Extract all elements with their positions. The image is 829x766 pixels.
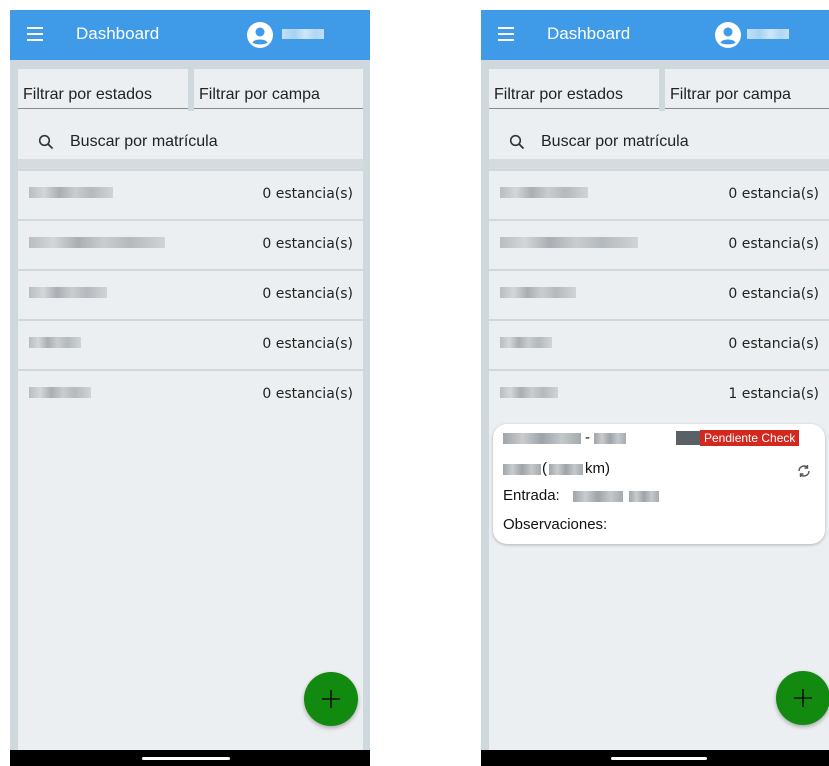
search-icon: [509, 134, 525, 150]
entry-date-redacted: [573, 491, 623, 502]
menu-icon[interactable]: [498, 27, 514, 41]
add-icon: [322, 690, 340, 708]
search-bar[interactable]: Buscar por matrícula: [489, 125, 829, 160]
user-name-redacted: [747, 29, 789, 39]
stay-count: 0 estancia(s): [262, 336, 353, 352]
list-item[interactable]: 0 estancia(s): [489, 219, 829, 269]
list-item[interactable]: 0 estancia(s): [489, 269, 829, 319]
filter-states-select[interactable]: Filtrar por estados: [489, 69, 659, 109]
dashboard-content: Filtrar por estados Filtrar por campa Bu…: [18, 69, 363, 750]
search-bar[interactable]: Buscar por matrícula: [18, 125, 363, 160]
filter-campaign-select[interactable]: Filtrar por campa: [665, 69, 829, 109]
system-nav-bar: [481, 750, 829, 766]
list-top-divider: [18, 159, 363, 169]
search-input[interactable]: Buscar por matrícula: [70, 133, 218, 151]
badge-secondary: [676, 431, 700, 445]
vehicle-name-redacted: [500, 337, 552, 348]
stay-count: 0 estancia(s): [262, 186, 353, 202]
stay-count: 0 estancia(s): [728, 186, 819, 202]
list-item[interactable]: 0 estancia(s): [489, 319, 829, 369]
card-separator: -: [585, 429, 590, 446]
distance-open: (: [542, 460, 547, 477]
vehicle-name-redacted: [29, 387, 91, 398]
vehicle-name-redacted: [500, 387, 558, 398]
filter-states-select[interactable]: Filtrar por estados: [18, 69, 188, 109]
account-circle-icon[interactable]: [715, 22, 741, 48]
phone-screen-dashboard: Dashboard Filtrar por estados Filtrar po…: [10, 10, 370, 766]
stay-count: 0 estancia(s): [728, 236, 819, 252]
list-item[interactable]: 0 estancia(s): [18, 169, 363, 219]
user-name-redacted: [282, 29, 324, 39]
mileage-redacted: [503, 464, 541, 475]
search-input[interactable]: Buscar por matrícula: [541, 133, 689, 151]
stay-count: 1 estancia(s): [728, 386, 819, 402]
add-button[interactable]: [304, 672, 358, 726]
home-indicator[interactable]: [142, 757, 230, 760]
vehicle-name-redacted: [500, 187, 588, 198]
vehicle-name-redacted: [29, 337, 81, 348]
account-circle-icon[interactable]: [247, 22, 273, 48]
page-title: Dashboard: [76, 24, 160, 43]
plate-redacted: [503, 433, 581, 444]
distance-unit: km): [585, 460, 610, 477]
menu-icon[interactable]: [27, 27, 43, 41]
stay-count: 0 estancia(s): [262, 236, 353, 252]
dashboard-content: Filtrar por estados Filtrar por campa Bu…: [489, 69, 829, 750]
stay-card[interactable]: - Pendiente Check ( km) Entrada: Observa…: [493, 424, 825, 544]
vehicle-name-redacted: [500, 237, 638, 248]
system-nav-bar: [10, 750, 370, 766]
sync-icon[interactable]: [795, 462, 813, 480]
stay-count: 0 estancia(s): [728, 286, 819, 302]
list-item[interactable]: 0 estancia(s): [18, 219, 363, 269]
status-badge: Pendiente Check: [700, 430, 800, 446]
vehicle-name-redacted: [29, 287, 107, 298]
add-button[interactable]: [776, 671, 829, 725]
distance-redacted: [549, 464, 583, 475]
observations-label: Observaciones:: [503, 516, 608, 533]
add-icon: [794, 689, 812, 707]
entry-label: Entrada:: [503, 487, 560, 504]
app-bar: Dashboard: [481, 10, 829, 60]
app-bar: Dashboard: [10, 10, 370, 60]
stay-count: 0 estancia(s): [262, 286, 353, 302]
entry-time-redacted: [629, 491, 659, 502]
stay-count: 0 estancia(s): [728, 336, 819, 352]
vehicle-name-redacted: [500, 287, 576, 298]
vehicle-name-redacted: [29, 187, 113, 198]
home-indicator[interactable]: [611, 757, 707, 760]
list-item[interactable]: 0 estancia(s): [489, 169, 829, 219]
list-item[interactable]: 0 estancia(s): [18, 369, 363, 419]
list-top-divider: [489, 159, 829, 169]
filter-campaign-select[interactable]: Filtrar por campa: [194, 69, 363, 109]
page-title: Dashboard: [547, 24, 631, 43]
stay-count: 0 estancia(s): [262, 386, 353, 402]
list-item[interactable]: 0 estancia(s): [18, 269, 363, 319]
list-item[interactable]: 0 estancia(s): [18, 319, 363, 369]
phone-screen-dashboard-expanded: Dashboard Filtrar por estados Filtrar po…: [481, 10, 829, 766]
search-icon: [38, 134, 54, 150]
model-redacted: [594, 433, 626, 444]
vehicle-name-redacted: [29, 237, 165, 248]
